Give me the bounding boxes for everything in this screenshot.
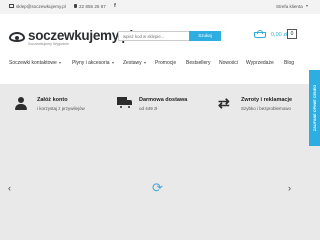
nav-item-fluids[interactable]: Płyny i akcesoria	[72, 60, 115, 66]
user-icon-head	[18, 97, 24, 103]
truck-icon	[117, 97, 133, 109]
main-navigation: Soczewki kontaktowe Płyny i akcesoria Ze…	[0, 57, 320, 70]
facebook-icon[interactable]: f	[114, 3, 116, 9]
cart-basket	[254, 32, 266, 38]
eye-logo-icon	[9, 32, 25, 42]
search-button[interactable]: Szukaj	[189, 31, 221, 41]
facebook-link[interactable]: f	[114, 3, 116, 9]
phone-contact[interactable]: 22 855 25 67	[74, 4, 106, 9]
reviews-side-tab-label: ZAUFANE OPINIE CENEO	[312, 84, 317, 132]
nav-item-new[interactable]: Nowości	[219, 60, 238, 66]
site-logo[interactable]: soczewkujemy.pl Soczewkujemy Wygodnie	[9, 27, 133, 49]
nav-item-label: Blog	[284, 60, 295, 66]
feature-subtitle-returns: Szybko i bezproblemowo	[241, 106, 292, 111]
nav-item-label: Bestsellery	[186, 60, 211, 66]
refresh-icon: ⇄	[218, 95, 230, 111]
nav-item-blog[interactable]: Blog	[284, 60, 294, 66]
loading-spinner-icon: ⟳	[152, 180, 163, 195]
chevron-down-icon	[59, 62, 62, 64]
envelope-icon	[9, 4, 14, 8]
logo-tagline: Soczewkujemy Wygodnie	[28, 42, 69, 46]
chevron-down-icon	[112, 62, 115, 64]
nav-item-bestsellers[interactable]: Bestsellery	[186, 60, 210, 66]
cart-count-badge[interactable]: 0	[287, 29, 297, 39]
truck-icon-wheel	[127, 105, 131, 109]
cart-icon[interactable]	[253, 30, 267, 40]
feature-subtitle-account: i korzystaj z przywilejów	[37, 106, 85, 111]
nav-item-label: Płyny i akcesoria	[72, 60, 110, 66]
feature-subtitle-delivery: od 449 zł	[139, 106, 158, 111]
account-label[interactable]: Strefa klienta	[276, 4, 303, 9]
top-bar: sklep@soczewkujemy.pl 22 855 25 67 f Str…	[0, 0, 320, 14]
nav-item-contact-lenses[interactable]: Soczewki kontaktowe	[9, 60, 62, 66]
email-contact[interactable]: sklep@soczewkujemy.pl	[9, 4, 66, 9]
user-icon	[14, 97, 28, 111]
phone-icon	[74, 3, 77, 9]
nav-item-label: Zestawy	[123, 60, 142, 66]
account-menu[interactable]: Strefa klienta	[276, 4, 308, 9]
chevron-down-icon	[144, 62, 147, 64]
slider-prev-arrow[interactable]: ‹	[8, 183, 11, 193]
nav-item-sale[interactable]: Wyprzedaże	[246, 60, 274, 66]
nav-item-promotions[interactable]: Promocje	[155, 60, 176, 66]
reviews-side-tab[interactable]: ZAUFANE OPINIE CENEO	[309, 70, 320, 146]
nav-item-label: Nowości	[219, 60, 238, 66]
email-text[interactable]: sklep@soczewkujemy.pl	[16, 4, 66, 9]
truck-icon-wheel	[119, 105, 123, 109]
slider-next-arrow[interactable]: ›	[288, 183, 291, 193]
chevron-down-icon	[305, 5, 308, 7]
nav-item-label: Soczewki kontaktowe	[9, 60, 57, 66]
nav-item-label: Wyprzedaże	[246, 60, 274, 66]
truck-icon-box	[117, 97, 127, 105]
user-icon-body	[15, 104, 27, 110]
feature-title-delivery: Darmowa dostawa	[139, 97, 188, 103]
nav-item-sets[interactable]: Zestawy	[123, 60, 147, 66]
feature-title-account[interactable]: Załóż konto	[37, 97, 68, 103]
cart-total[interactable]: 0,00 zł	[271, 32, 287, 38]
phone-text[interactable]: 22 855 25 67	[79, 4, 106, 9]
feature-title-returns[interactable]: Zwroty i reklamacje	[241, 97, 292, 103]
nav-item-label: Promocje	[155, 60, 177, 66]
